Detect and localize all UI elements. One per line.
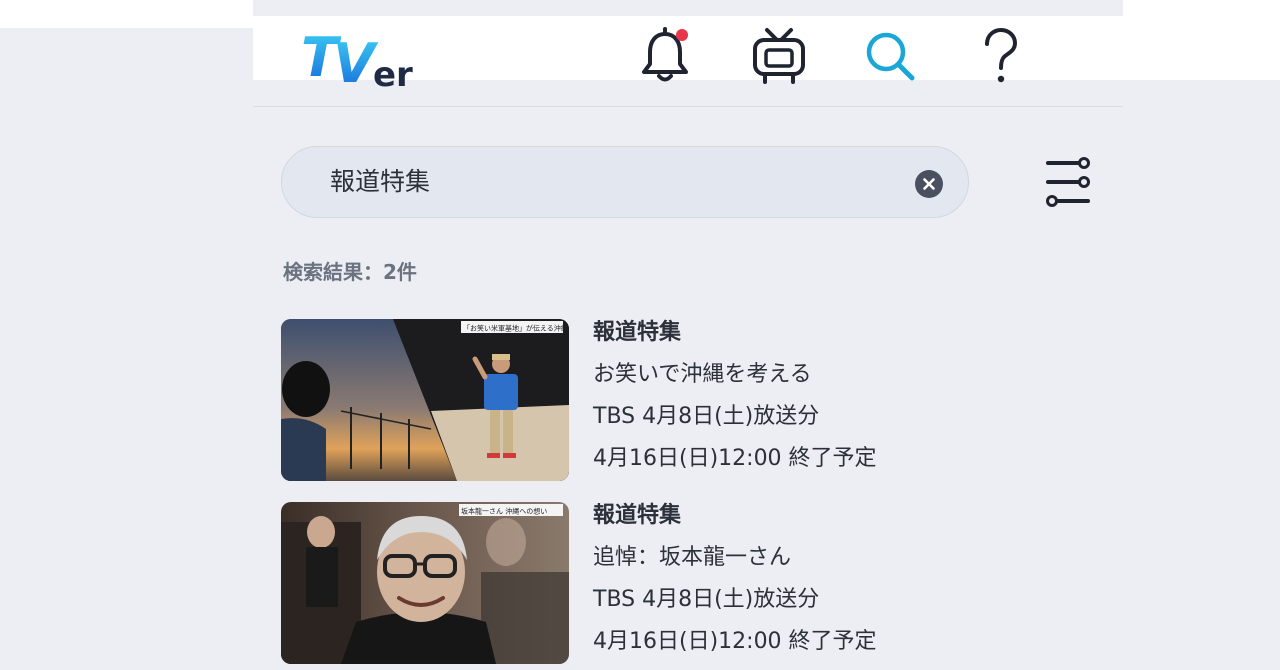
svg-text:er: er (373, 55, 413, 90)
episode-thumbnail[interactable]: 「お笑い米軍基地」が伝える沖縄 (281, 319, 569, 481)
app-header: T V er (253, 16, 1123, 95)
search-icon (866, 32, 915, 81)
tv-icon (753, 28, 805, 84)
broadcast-info: TBS 4月8日(土)放送分 (593, 404, 820, 429)
help-icon (985, 27, 1018, 83)
notification-button[interactable] (633, 24, 697, 88)
episode-title[interactable]: 報道特集 (593, 319, 877, 361)
top-strip (0, 0, 253, 28)
episode-subtitle: お笑いで沖縄を考える (593, 362, 812, 387)
thumbnail-caption: 坂本龍一さん 沖縄への想い (461, 507, 547, 516)
expiry-info: 4月16日(日)12:00 終了予定 (593, 446, 877, 471)
notification-dot (676, 29, 688, 41)
bell-icon (642, 27, 688, 82)
result-count: 検索結果：2件 (283, 260, 417, 284)
result-item[interactable]: 「お笑い米軍基地」が伝える沖縄 報道特集 お笑いで沖縄を考える TBS 4月8日… (281, 319, 1111, 481)
result-item[interactable]: 坂本龍一さん 沖縄への想い 報道特集 追悼：坂本龍一さん TBS 4月8日(土)… (281, 502, 1111, 664)
tver-logo[interactable]: T V er (301, 20, 431, 95)
header-divider (253, 106, 1123, 107)
search-query-text[interactable]: 報道特集 (330, 167, 430, 197)
clear-icon (915, 170, 943, 198)
episode-title[interactable]: 報道特集 (593, 502, 877, 544)
broadcast-info: TBS 4月8日(土)放送分 (593, 587, 820, 612)
tv-button[interactable] (747, 24, 811, 88)
expiry-info: 4月16日(日)12:00 終了予定 (593, 629, 877, 654)
top-strip (1123, 0, 1280, 80)
search-input[interactable]: 報道特集 (281, 146, 969, 218)
filter-sliders-icon (1046, 157, 1090, 207)
search-button[interactable] (858, 24, 922, 88)
thumbnail-caption: 「お笑い米軍基地」が伝える沖縄 (463, 324, 568, 333)
filter-button[interactable] (1040, 155, 1098, 211)
episode-info: 報道特集 お笑いで沖縄を考える TBS 4月8日(土)放送分 4月16日(日)1… (593, 319, 877, 487)
episode-info: 報道特集 追悼：坂本龍一さん TBS 4月8日(土)放送分 4月16日(日)12… (593, 502, 877, 670)
clear-search-button[interactable] (914, 169, 944, 199)
help-button[interactable] (969, 24, 1033, 88)
episode-subtitle: 追悼：坂本龍一さん (593, 545, 792, 570)
episode-thumbnail[interactable]: 坂本龍一さん 沖縄への想い (281, 502, 569, 664)
